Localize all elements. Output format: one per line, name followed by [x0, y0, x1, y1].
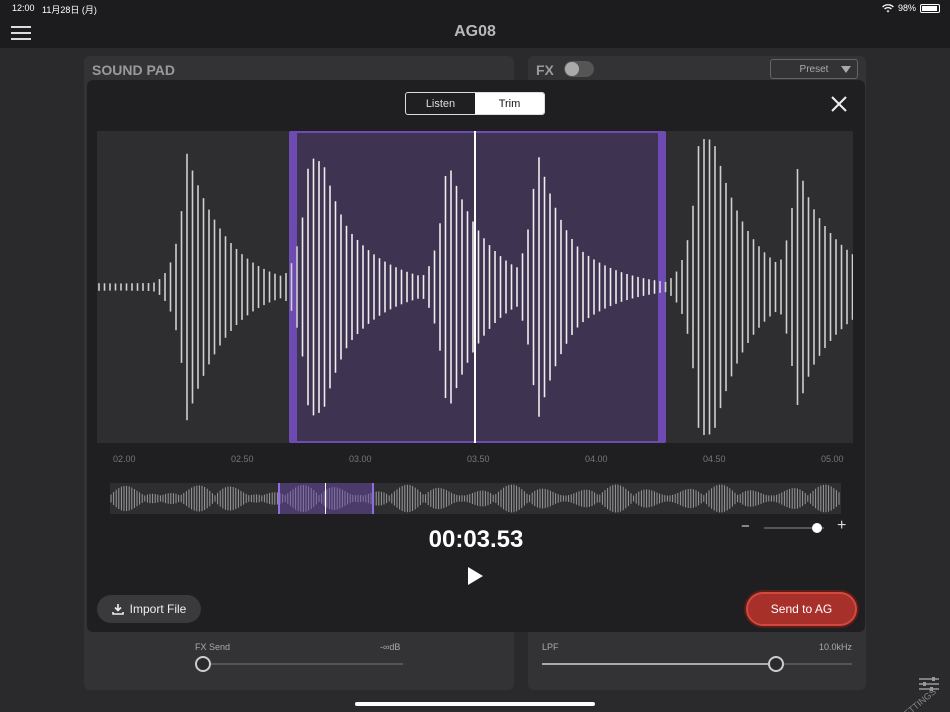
fx-toggle[interactable]: [564, 61, 594, 77]
status-right: 98%: [882, 3, 940, 13]
sliders-icon[interactable]: [918, 676, 940, 692]
app-title: AG08: [454, 23, 496, 40]
battery-icon: [920, 3, 940, 13]
fx-send-label: FX Send: [195, 642, 231, 652]
time-tick: 05.00: [821, 454, 844, 464]
time-tick: 02.50: [231, 454, 254, 464]
play-icon[interactable]: [468, 567, 483, 585]
time-tick: 02.00: [113, 454, 136, 464]
timecode: 00:03.53: [428, 526, 524, 553]
close-icon[interactable]: [829, 94, 849, 114]
overview-playhead: [325, 483, 326, 514]
overview-selection[interactable]: [278, 483, 374, 514]
status-time: 12:00: [12, 3, 35, 13]
send-to-ag-button[interactable]: Send to AG: [746, 592, 857, 626]
status-bar: 12:00 11月28日 (月) 98%: [0, 0, 950, 18]
time-axis: 02.00 02.50 03.00 03.50 04.00 04.50 05.0…: [97, 442, 853, 468]
status-date: 11月28日 (月): [42, 5, 97, 15]
lpf-label: LPF: [542, 642, 559, 652]
audio-editor-modal: Listen Trim 02.00 02.50 03.00 03.50 04.0…: [87, 80, 865, 632]
preset-dropdown[interactable]: Preset: [770, 59, 858, 79]
send-to-ag-label: Send to AG: [770, 602, 833, 616]
tab-listen[interactable]: Listen: [406, 93, 475, 114]
fx-send-value: -∞dB: [380, 642, 401, 652]
home-indicator: [355, 702, 595, 706]
tab-trim[interactable]: Trim: [475, 93, 544, 114]
waveform-view[interactable]: [97, 131, 853, 443]
fx-send-knob[interactable]: [195, 656, 211, 672]
time-tick: 03.00: [349, 454, 372, 464]
overview-bars: [110, 484, 840, 513]
lpf-knob[interactable]: [768, 656, 784, 672]
time-tick: 03.50: [467, 454, 490, 464]
import-file-label: Import File: [129, 602, 187, 616]
sound-pad-title: SOUND PAD: [92, 62, 175, 78]
time-tick: 04.00: [585, 454, 608, 464]
app-header: AG08: [0, 18, 950, 48]
download-icon: [111, 604, 124, 615]
fx-send-track: [203, 663, 403, 665]
time-tick: 04.50: [703, 454, 726, 464]
waveform: [98, 131, 853, 443]
wifi-icon: [882, 3, 894, 12]
mode-switch: Listen Trim: [405, 92, 545, 115]
lpf-value: 10.0kHz: [819, 642, 853, 652]
lpf-fill: [542, 663, 776, 665]
overview-waveform[interactable]: [110, 483, 841, 514]
preset-label: Preset: [799, 63, 829, 75]
battery-percent: 98%: [897, 3, 916, 13]
import-file-button[interactable]: Import File: [97, 595, 201, 623]
chevron-down-icon: [841, 66, 851, 73]
fx-title: FX: [536, 62, 554, 78]
